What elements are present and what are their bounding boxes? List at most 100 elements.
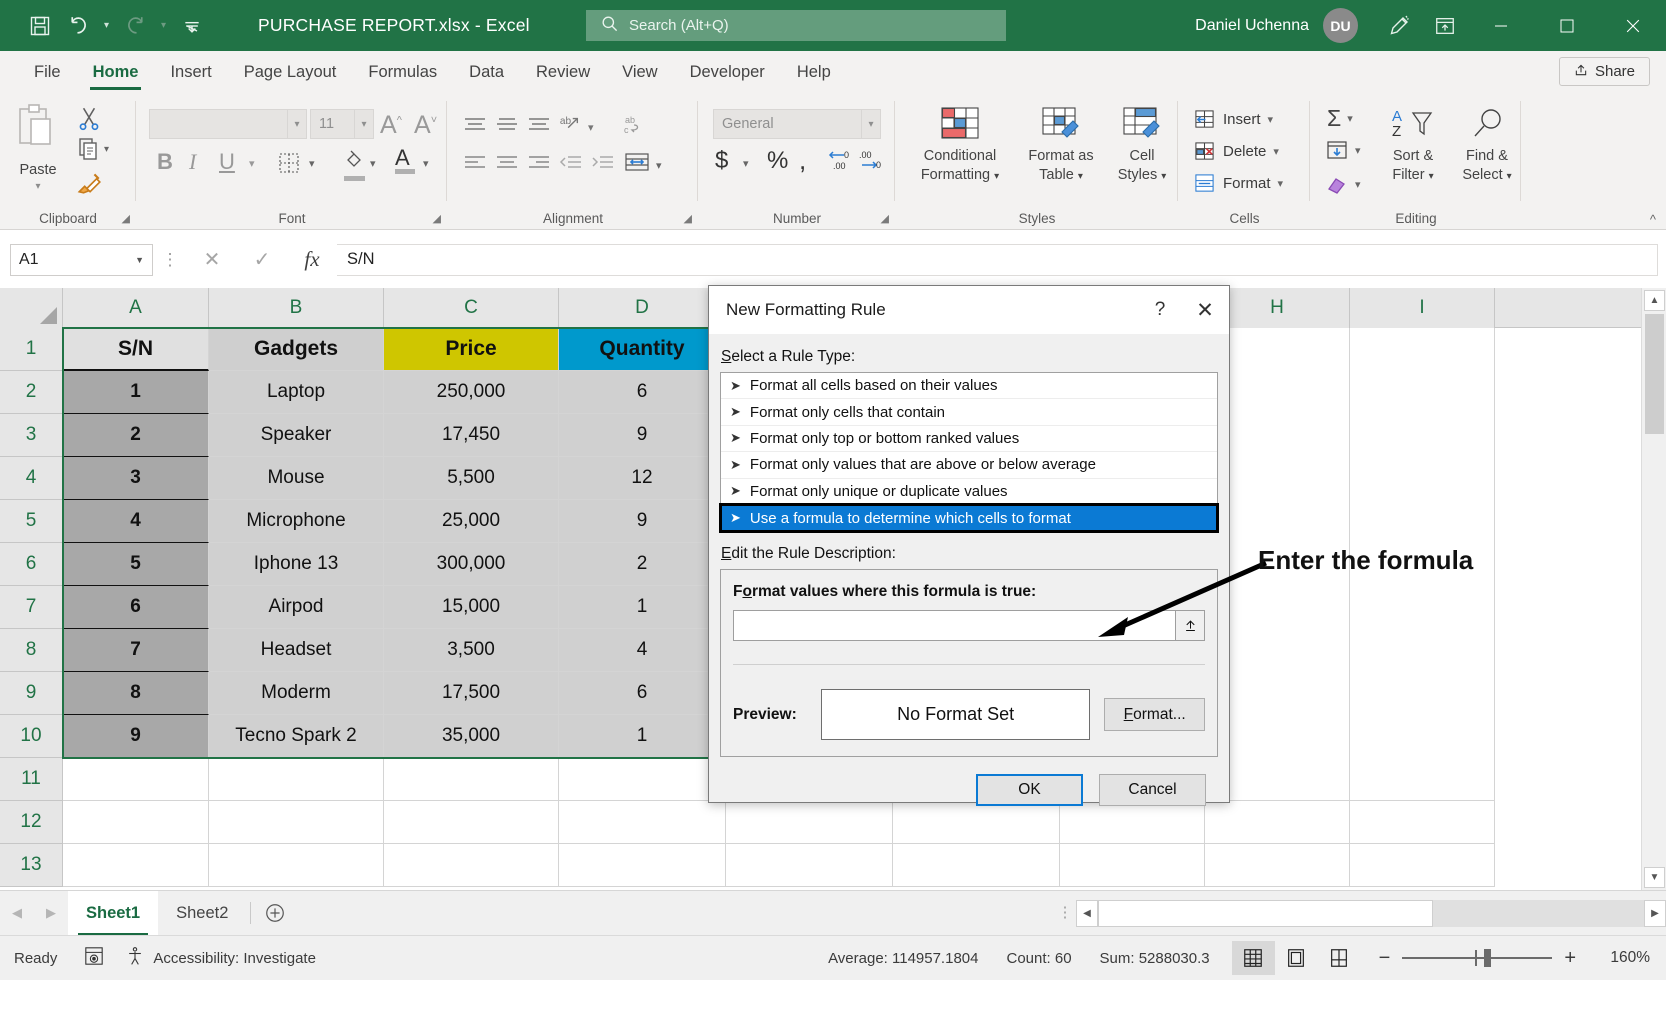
formula-bar-handle[interactable]: ⋮ [153, 250, 187, 270]
cell-h13[interactable] [1205, 844, 1350, 887]
cell-h12[interactable] [1205, 801, 1350, 844]
chevron-down-icon[interactable]: ▾ [1355, 144, 1361, 157]
chevron-down-icon[interactable]: ▾ [1278, 177, 1284, 190]
ribbon-display-options-icon[interactable] [1422, 0, 1468, 51]
font-dialog-launcher[interactable]: ◢ [433, 212, 441, 225]
scroll-up-arrow[interactable]: ▲ [1644, 290, 1665, 311]
cell-g12[interactable] [1060, 801, 1205, 844]
chevron-down-icon[interactable]: ▾ [309, 157, 315, 170]
decrease-indent-icon[interactable] [558, 153, 584, 178]
cell-c3[interactable]: 17,450 [384, 414, 559, 457]
cell-c12[interactable] [384, 801, 559, 844]
rule-type-item-1[interactable]: ➤ Format only cells that contain [721, 399, 1217, 425]
cell-d2[interactable]: 6 [559, 371, 726, 414]
alignment-dialog-launcher[interactable]: ◢ [684, 212, 692, 225]
cell-c7[interactable]: 15,000 [384, 586, 559, 629]
ok-button[interactable]: OK [976, 774, 1083, 806]
close-icon[interactable]: ✕ [1181, 286, 1229, 334]
cell-b7[interactable]: Airpod [209, 586, 384, 629]
fill-color-button[interactable] [342, 149, 366, 181]
collapse-ribbon-icon[interactable]: ^ [1650, 212, 1656, 227]
row-header-2[interactable]: 2 [0, 371, 63, 414]
chevron-down-icon[interactable]: ▾ [104, 144, 109, 155]
row-header-12[interactable]: 12 [0, 801, 63, 844]
format-as-table-button[interactable]: Format as Table ▾ [1018, 105, 1104, 185]
confirm-entry-icon[interactable]: ✓ [237, 240, 287, 280]
clear-button[interactable]: ▾ [1325, 173, 1361, 195]
cell-d4[interactable]: 12 [559, 457, 726, 500]
chevron-down-icon[interactable]: ▾ [423, 157, 429, 170]
normal-view-button[interactable] [1232, 941, 1275, 975]
accessibility-status[interactable]: Accessibility: Investigate [125, 946, 316, 970]
chevron-down-icon[interactable]: ▾ [1347, 112, 1353, 125]
borders-button[interactable] [277, 151, 301, 180]
cell-d7[interactable]: 1 [559, 586, 726, 629]
column-header-a[interactable]: A [63, 288, 209, 328]
cell-c8[interactable]: 3,500 [384, 629, 559, 672]
formula-input[interactable]: S/N [337, 244, 1658, 276]
increase-indent-icon[interactable] [590, 153, 616, 178]
clipboard-dialog-launcher[interactable]: ◢ [122, 212, 130, 225]
delete-cells-button[interactable]: Delete ▾ [1193, 141, 1279, 162]
sheet-tab-sheet1[interactable]: Sheet1 [68, 891, 158, 936]
decrease-decimal-icon[interactable]: .00 0 [859, 149, 887, 178]
scroll-right-arrow[interactable]: ▶ [1644, 900, 1666, 927]
tab-developer[interactable]: Developer [674, 51, 781, 93]
undo-icon[interactable] [60, 9, 96, 43]
chevron-down-icon[interactable]: ▾ [656, 159, 662, 172]
chevron-down-icon[interactable]: ▾ [249, 157, 255, 170]
format-button[interactable]: Format... [1104, 698, 1205, 731]
cell-d3[interactable]: 9 [559, 414, 726, 457]
tab-home[interactable]: Home [77, 51, 155, 93]
cell-a10[interactable]: 9 [63, 715, 209, 758]
row-header-6[interactable]: 6 [0, 543, 63, 586]
help-icon[interactable]: ? [1139, 286, 1181, 334]
rule-type-item-5[interactable]: ➤ Use a formula to determine which cells… [721, 505, 1217, 531]
cell-i11[interactable] [1350, 758, 1495, 801]
cancel-button[interactable]: Cancel [1099, 774, 1206, 806]
save-icon[interactable] [22, 9, 58, 43]
merge-center-icon[interactable] [624, 151, 650, 178]
rule-type-item-4[interactable]: ➤ Format only unique or duplicate values [721, 479, 1217, 505]
select-all-corner[interactable] [0, 288, 63, 328]
insert-cells-button[interactable]: Insert ▾ [1193, 109, 1273, 130]
row-header-5[interactable]: 5 [0, 500, 63, 543]
zoom-slider-thumb[interactable] [1484, 949, 1491, 967]
column-header-b[interactable]: B [209, 288, 384, 328]
redo-icon[interactable] [117, 9, 153, 43]
cell-a4[interactable]: 3 [63, 457, 209, 500]
zoom-level-label[interactable]: 160% [1592, 949, 1650, 967]
cell-c11[interactable] [384, 758, 559, 801]
cell-i12[interactable] [1350, 801, 1495, 844]
redo-dropdown-icon[interactable]: ▾ [155, 9, 172, 43]
row-header-13[interactable]: 13 [0, 844, 63, 887]
cell-b2[interactable]: Laptop [209, 371, 384, 414]
column-header-i[interactable]: I [1350, 288, 1495, 328]
cell-d11[interactable] [559, 758, 726, 801]
cell-a13[interactable] [63, 844, 209, 887]
tab-insert[interactable]: Insert [154, 51, 227, 93]
font-color-button[interactable]: A [395, 147, 415, 174]
next-sheet-icon[interactable]: ▶ [34, 905, 68, 921]
cell-d6[interactable]: 2 [559, 543, 726, 586]
cell-b6[interactable]: Iphone 13 [209, 543, 384, 586]
chevron-down-icon[interactable]: ▾ [1273, 145, 1279, 158]
customize-quick-access-icon[interactable] [174, 9, 210, 43]
undo-dropdown-icon[interactable]: ▾ [98, 9, 115, 43]
column-header-d[interactable]: D [559, 288, 726, 328]
autosum-button[interactable]: Σ ▾ [1327, 105, 1353, 132]
cell-c9[interactable]: 17,500 [384, 672, 559, 715]
pen-icon[interactable] [1376, 0, 1422, 51]
cell-b1[interactable]: Gadgets [209, 328, 384, 371]
italic-button[interactable]: I [189, 149, 196, 175]
cell-f12[interactable] [893, 801, 1060, 844]
tab-review[interactable]: Review [520, 51, 606, 93]
cell-d12[interactable] [559, 801, 726, 844]
cancel-entry-icon[interactable]: ✕ [187, 240, 237, 280]
cell-c4[interactable]: 5,500 [384, 457, 559, 500]
increase-decimal-icon[interactable]: 0 .00 [827, 149, 855, 178]
align-center-icon[interactable] [494, 153, 520, 178]
chevron-down-icon[interactable]: ▾ [287, 110, 306, 138]
cell-a8[interactable]: 7 [63, 629, 209, 672]
cell-b11[interactable] [209, 758, 384, 801]
